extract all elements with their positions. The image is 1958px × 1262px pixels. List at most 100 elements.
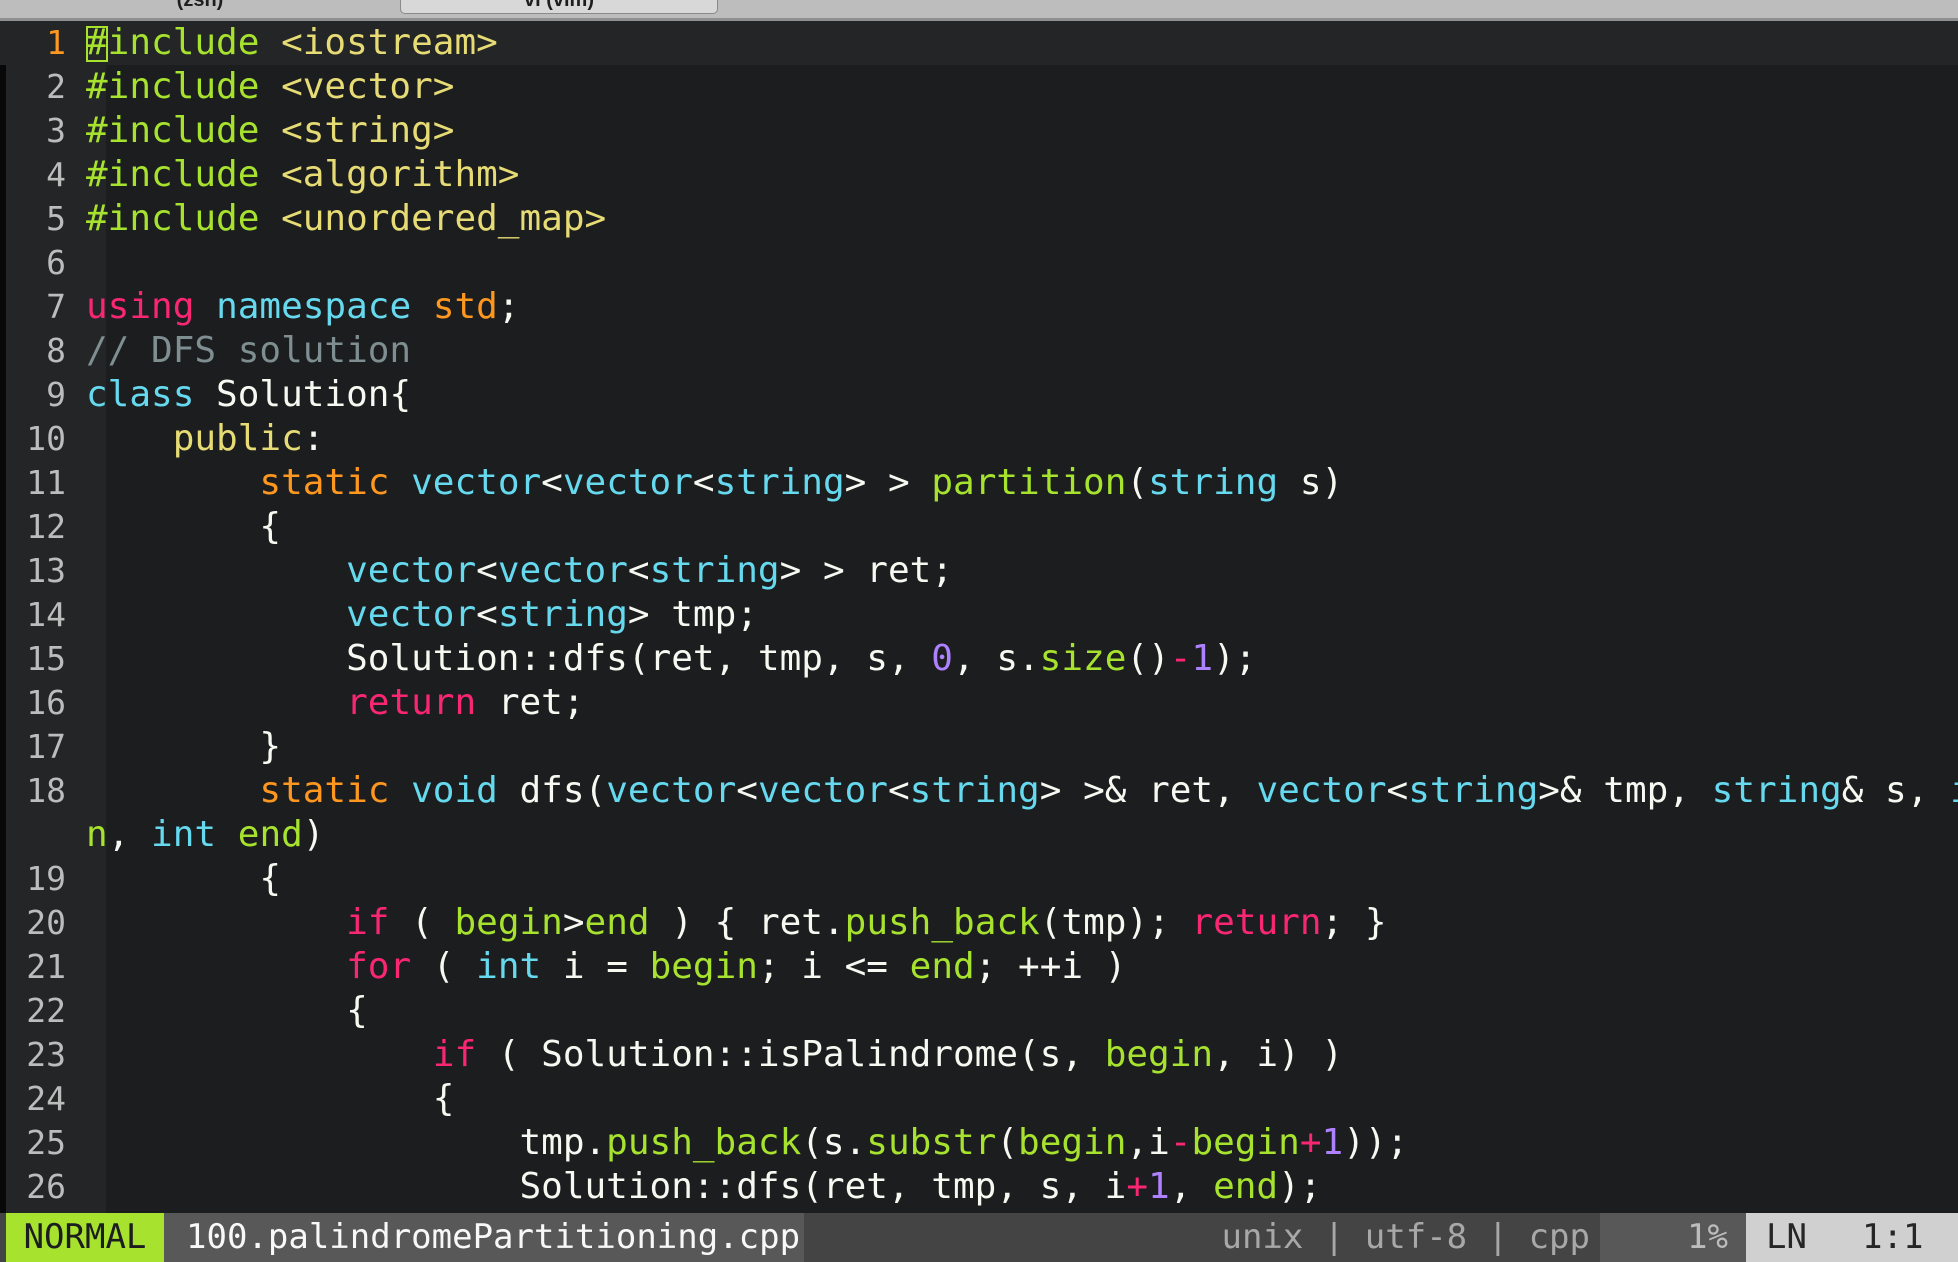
token-str: <iostream> <box>259 22 498 63</box>
token-plain: Solution::dfs(ret, tmp, s, i <box>86 1166 1127 1207</box>
tab-zsh[interactable]: (zsh) <box>100 0 300 14</box>
code-line[interactable]: 3 #include <string> <box>0 109 1958 153</box>
code-text[interactable]: } <box>86 725 281 769</box>
line-number: 13 <box>26 551 66 590</box>
code-line[interactable]: 8 // DFS solution <box>0 329 1958 373</box>
token-ty: vector <box>346 594 477 635</box>
token-ty: int <box>1950 770 1958 811</box>
code-line[interactable]: 4 #include <algorithm> <box>0 153 1958 197</box>
token-plain: , <box>1169 1166 1214 1207</box>
code-text[interactable]: for ( int i = begin; i <= end; ++i ) <box>86 945 1126 989</box>
code-line[interactable]: 9 class Solution{ <box>0 373 1958 417</box>
code-line[interactable]: 18 static void dfs(vector<vector<string>… <box>0 769 1958 813</box>
code-line[interactable]: 16 return ret; <box>0 681 1958 725</box>
terminal-window: (zsh) vi (vim) 1 #include <iostream> 2 #inc… <box>0 0 1958 1262</box>
token-plain: { <box>86 506 282 547</box>
token-str: <unordered_map> <box>259 198 607 239</box>
code-text[interactable]: vector<string> tmp; <box>86 593 758 637</box>
code-text[interactable]: class Solution{ <box>86 373 411 417</box>
code-line[interactable]: 15 Solution::dfs(ret, tmp, s, 0, s.size(… <box>0 637 1958 681</box>
code-line[interactable]: 14 vector<string> tmp; <box>0 593 1958 637</box>
code-text[interactable]: { <box>86 505 281 549</box>
code-line[interactable]: 13 vector<vector<string> > ret; <box>0 549 1958 593</box>
line-column: 1:1 <box>1862 1217 1924 1257</box>
token-ty: string <box>649 550 780 591</box>
token-plain: () <box>1126 638 1170 679</box>
token-plain: , s. <box>952 638 1040 679</box>
code-line[interactable]: 23 if ( Solution::isPalindrome(s, begin,… <box>0 1033 1958 1077</box>
code-text[interactable]: n, int end) <box>86 813 324 857</box>
token-ty: int <box>476 946 542 987</box>
token-plain: (tmp); <box>1039 902 1192 943</box>
line-number: 20 <box>26 903 66 942</box>
token-op: + <box>1299 1122 1322 1163</box>
line-number: 22 <box>26 991 66 1030</box>
code-line[interactable]: 11 static vector<vector<string> > partit… <box>0 461 1958 505</box>
line-number: 21 <box>26 947 66 986</box>
code-line[interactable]: 21 for ( int i = begin; i <= end; ++i ) <box>0 945 1958 989</box>
vim-editor[interactable]: 1 #include <iostream> 2 #include <vector> 3 #… <box>0 21 1958 1213</box>
code-line[interactable]: 25 tmp.push_back(s.substr(begin,i-begin+… <box>0 1121 1958 1165</box>
token-fn: push_back <box>844 902 1040 943</box>
token-plain: ret; <box>476 682 585 723</box>
token-plain: { <box>86 1078 455 1119</box>
token-plain: i = <box>541 946 650 987</box>
code-line[interactable]: 26 Solution::dfs(ret, tmp, s, i+1, end); <box>0 1165 1958 1209</box>
code-text[interactable]: using namespace std; <box>86 285 520 329</box>
code-text[interactable]: if ( begin>end ) { ret.push_back(tmp); r… <box>86 901 1386 945</box>
token-plain: > > ret; <box>779 550 953 591</box>
token-kw: if <box>432 1034 477 1075</box>
code-text[interactable]: vector<vector<string> > ret; <box>86 549 953 593</box>
token-ty: int <box>151 814 217 855</box>
token-fn: substr <box>866 1122 997 1163</box>
code-line[interactable]: 24 { <box>0 1077 1958 1121</box>
code-line[interactable]: 6 <box>0 241 1958 285</box>
line-number: 8 <box>46 331 66 370</box>
code-line[interactable]: 5 #include <unordered_map> <box>0 197 1958 241</box>
code-text[interactable]: { <box>86 989 368 1033</box>
line-number: 1 <box>46 23 66 62</box>
line-number: 14 <box>26 595 66 634</box>
code-text[interactable]: tmp.push_back(s.substr(begin,i-begin+1))… <box>86 1121 1408 1165</box>
code-text[interactable]: Solution::dfs(ret, tmp, s, 0, s.size()-1… <box>86 637 1256 681</box>
code-line[interactable]: 20 if ( begin>end ) { ret.push_back(tmp)… <box>0 901 1958 945</box>
code-line[interactable]: n, int end) <box>0 813 1958 857</box>
code-text[interactable]: #include <vector> <box>86 65 454 109</box>
token-plain: < <box>736 770 758 811</box>
code-line[interactable]: 19 { <box>0 857 1958 901</box>
line-number: 9 <box>46 375 66 414</box>
code-line[interactable]: 10 public: <box>0 417 1958 461</box>
code-text[interactable]: #include <string> <box>86 109 454 153</box>
code-text[interactable]: { <box>86 1077 455 1121</box>
code-text[interactable]: public: <box>86 417 325 461</box>
tab-vim[interactable]: vi (vim) <box>400 0 718 14</box>
file-format: unix <box>1221 1217 1304 1257</box>
code-line[interactable]: 2 #include <vector> <box>0 65 1958 109</box>
code-buffer[interactable]: 1 #include <iostream> 2 #include <vector> 3 #… <box>0 21 1958 1209</box>
code-line[interactable]: 1 #include <iostream> <box>0 21 1958 65</box>
scroll-percent: 1% <box>1600 1213 1746 1262</box>
code-line[interactable]: 12 { <box>0 505 1958 549</box>
code-line[interactable]: 7 using namespace std; <box>0 285 1958 329</box>
code-text[interactable]: static void dfs(vector<vector<string> >&… <box>86 769 1958 813</box>
code-text[interactable]: return ret; <box>86 681 585 725</box>
line-number: 17 <box>26 727 66 766</box>
token-ty: class <box>86 374 195 415</box>
code-text[interactable]: #include <algorithm> <box>86 153 519 197</box>
token-plain: > > <box>844 462 932 503</box>
token-plain: )); <box>1343 1122 1409 1163</box>
code-text[interactable]: if ( Solution::isPalindrome(s, begin, i)… <box>86 1033 1343 1077</box>
code-text[interactable]: #include <unordered_map> <box>86 197 606 241</box>
code-text[interactable]: #include <iostream> <box>86 21 498 65</box>
token-plain: } <box>86 726 282 767</box>
code-text[interactable]: static vector<vector<string> > partition… <box>86 461 1343 505</box>
code-text[interactable]: Solution::dfs(ret, tmp, s, i+1, end); <box>86 1165 1321 1209</box>
token-op: - <box>1169 1122 1192 1163</box>
token-kw: using <box>86 286 195 327</box>
code-line[interactable]: 17 } <box>0 725 1958 769</box>
code-text[interactable]: { <box>86 857 281 901</box>
code-line[interactable]: 22 { <box>0 989 1958 1033</box>
code-text[interactable]: // DFS solution <box>86 329 411 373</box>
